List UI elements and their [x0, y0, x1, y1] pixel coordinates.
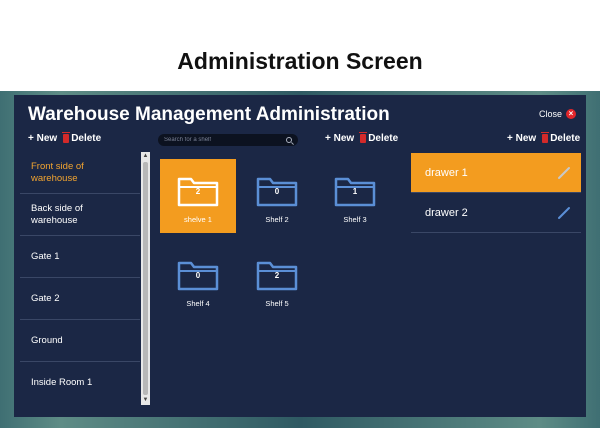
delete-drawer-button[interactable]: Delete [541, 132, 581, 144]
new-shelf-button[interactable]: + New [325, 133, 354, 144]
drawer-label: drawer 1 [425, 166, 468, 179]
shelf-count: 0 [274, 187, 280, 196]
location-label: Front side of warehouse [31, 160, 84, 184]
trash-icon [359, 132, 368, 143]
delete-label: Delete [550, 133, 581, 144]
shelf-label: Shelf 3 [343, 215, 367, 224]
location-item[interactable]: Gate 2 [20, 278, 140, 320]
shelf-count: 2 [195, 187, 201, 196]
window-title: Warehouse Management Administration [28, 104, 390, 125]
new-label: + New [28, 133, 58, 144]
locations-toolbar: + New Delete [28, 132, 102, 144]
close-label: Close [538, 109, 562, 119]
page-title: Administration Screen [177, 48, 423, 74]
shelf-tile[interactable]: 0 Shelf 2 [239, 159, 315, 233]
shelf-label: Shelf 4 [186, 299, 210, 308]
search-input[interactable] [164, 137, 286, 143]
location-label: Back side of warehouse [31, 202, 83, 226]
shelf-tile[interactable]: 0 Shelf 4 [160, 243, 236, 317]
scroll-down-arrow-icon[interactable]: ▼ [141, 396, 150, 405]
shelf-count: 0 [195, 271, 201, 280]
close-icon: × [566, 109, 576, 119]
location-label: Inside Room 1 [31, 377, 93, 388]
shelf-tile[interactable]: 1 Shelf 3 [317, 159, 393, 233]
shelf-count: 1 [352, 187, 358, 196]
drawer-label: drawer 2 [425, 206, 468, 219]
shelf-label: Shelf 2 [265, 215, 289, 224]
close-button[interactable]: Close × [539, 109, 576, 119]
location-item[interactable]: Front side of warehouse [20, 152, 140, 194]
delete-shelf-button[interactable]: Delete [359, 132, 399, 144]
new-location-button[interactable]: + New [28, 133, 57, 144]
shelf-label: Shelf 5 [265, 299, 289, 308]
delete-location-button[interactable]: Delete [62, 132, 102, 144]
pencil-icon[interactable] [557, 206, 571, 220]
shelf-search [158, 134, 298, 146]
delete-label: Delete [71, 133, 102, 144]
new-drawer-button[interactable]: + New [507, 133, 536, 144]
pencil-icon[interactable] [557, 166, 571, 180]
scroll-thumb[interactable] [143, 162, 148, 395]
drawer-item[interactable]: drawer 2 [411, 193, 581, 233]
delete-label: Delete [368, 133, 399, 144]
location-list: Front side of warehouse Back side of war… [20, 152, 140, 405]
shelf-tile[interactable]: 2 Shelf 5 [239, 243, 315, 317]
location-scrollbar[interactable]: ▲ ▼ [141, 152, 150, 405]
drawer-item[interactable]: drawer 1 [411, 153, 581, 193]
scroll-up-arrow-icon[interactable]: ▲ [141, 152, 150, 161]
folder-icon: 2 [177, 173, 219, 207]
shelf-tile[interactable]: 2 shelve 1 [160, 159, 236, 233]
shelf-count: 2 [274, 271, 280, 280]
trash-icon [62, 132, 71, 143]
location-item[interactable]: Ground [20, 320, 140, 362]
admin-window: Warehouse Management Administration Clos… [14, 95, 586, 417]
search-icon[interactable] [286, 137, 292, 143]
location-item[interactable]: Inside Room 1 [20, 362, 140, 404]
trash-icon [541, 132, 550, 143]
new-label: + New [325, 133, 355, 144]
folder-icon: 1 [334, 173, 376, 207]
folder-icon: 0 [177, 257, 219, 291]
drawer-list: drawer 1 drawer 2 [411, 153, 581, 233]
location-item[interactable]: Gate 1 [20, 236, 140, 278]
shelf-label: shelve 1 [184, 215, 212, 224]
location-label: Ground [31, 334, 63, 346]
folder-icon: 0 [256, 173, 298, 207]
location-label: Gate 1 [31, 250, 60, 262]
location-label: Gate 2 [31, 292, 60, 304]
drawers-toolbar: + New Delete [507, 132, 581, 144]
location-item[interactable]: Back side of warehouse [20, 194, 140, 236]
folder-icon: 2 [256, 257, 298, 291]
shelves-toolbar: + New Delete [325, 132, 399, 144]
new-label: + New [507, 133, 537, 144]
